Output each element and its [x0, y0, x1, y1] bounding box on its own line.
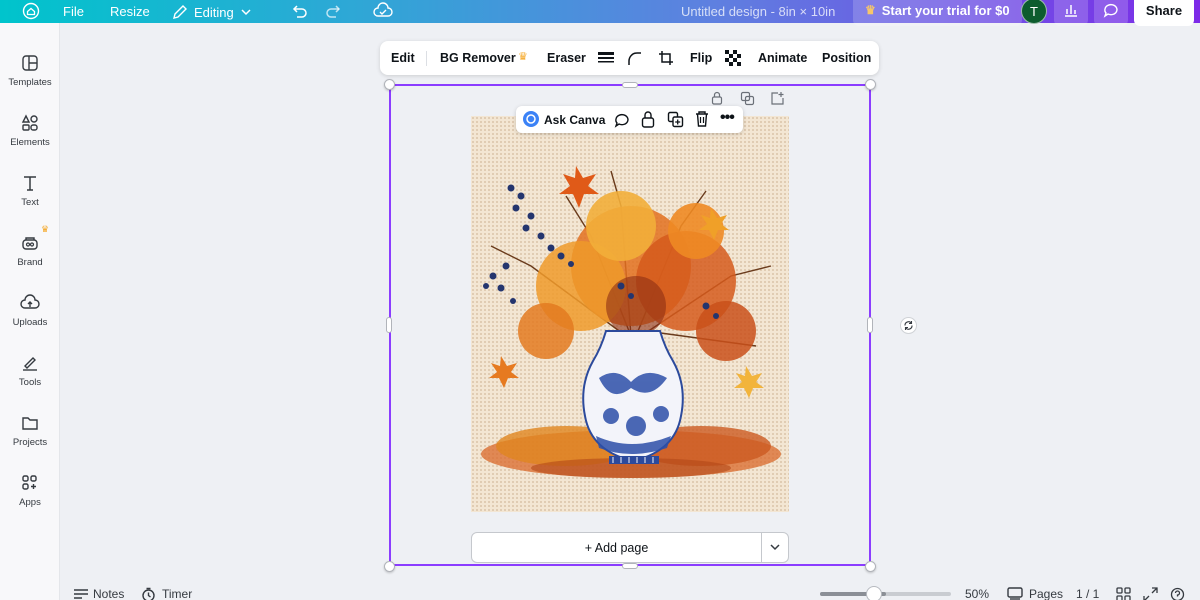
element-toolbar: Ask Canva ••• [516, 106, 743, 133]
crown-icon: ♛ [865, 3, 876, 17]
sidebar-label-projects: Projects [12, 437, 48, 448]
duplicate-page-icon[interactable] [740, 91, 755, 111]
chevron-down-icon [241, 9, 251, 16]
transparency-icon[interactable] [725, 50, 741, 69]
resize-handle-left[interactable] [386, 317, 392, 333]
sidebar-label-text: Text [21, 197, 39, 208]
sidebar-label-apps: Apps [19, 497, 41, 508]
document-title[interactable]: Untitled design - 8in × 10in [681, 4, 835, 19]
home-icon[interactable] [22, 2, 40, 20]
timer-button[interactable]: Timer [162, 587, 192, 600]
pencil-icon [173, 5, 187, 19]
flip-button[interactable]: Flip [690, 51, 712, 65]
add-page-icon[interactable] [770, 91, 785, 111]
rotate-icon[interactable] [900, 317, 917, 334]
text-icon [24, 176, 36, 191]
sidebar-item-brand[interactable]: ♛ Brand [0, 224, 60, 268]
ask-canva-button[interactable]: Ask Canva [544, 113, 605, 127]
sidebar-label-templates: Templates [8, 77, 52, 88]
editing-mode-label: Editing [194, 4, 234, 20]
resize-handle-right[interactable] [867, 317, 873, 333]
sidebar-item-apps[interactable]: Apps [0, 473, 60, 508]
page-count: 1 / 1 [1076, 587, 1100, 600]
comment-add-icon[interactable] [613, 111, 631, 131]
zoom-slider-track[interactable] [820, 592, 951, 596]
sidebar-item-tools[interactable]: Tools [0, 353, 60, 388]
tools-icon [23, 357, 37, 371]
canva-ai-icon [522, 110, 540, 131]
grid-view-icon[interactable] [1116, 587, 1131, 600]
comment-icon[interactable] [1094, 0, 1128, 26]
uploads-icon [20, 294, 40, 309]
notes-button[interactable]: Notes [93, 587, 124, 600]
timer-icon[interactable] [141, 587, 156, 600]
zoom-level[interactable]: 50% [965, 587, 989, 600]
resize-handle-top-right[interactable] [865, 79, 876, 90]
sidebar-item-templates[interactable]: Templates [0, 53, 60, 88]
fullscreen-icon[interactable] [1143, 587, 1158, 600]
start-trial-button[interactable]: ♛ Start your trial for $0 [853, 0, 1022, 26]
add-page-button[interactable]: + Add page [472, 541, 761, 555]
sidebar-label-brand: Brand [17, 257, 43, 268]
add-page-bar: + Add page [471, 532, 789, 563]
sidebar-item-projects[interactable]: Projects [0, 413, 60, 448]
help-icon[interactable] [1170, 587, 1185, 600]
sidebar-label-uploads: Uploads [12, 317, 48, 328]
resize-handle-top[interactable] [622, 82, 638, 88]
sidebar-item-uploads[interactable]: Uploads [0, 293, 60, 328]
elements-icon [21, 114, 38, 131]
undo-icon[interactable] [290, 2, 308, 23]
crown-icon: ♛ [41, 224, 50, 234]
templates-icon [22, 55, 38, 71]
design-page[interactable] [471, 116, 789, 512]
resize-handle-bottom-left[interactable] [384, 561, 395, 572]
delete-icon[interactable] [694, 110, 710, 131]
file-menu[interactable]: File [63, 4, 84, 19]
duplicate-icon[interactable] [667, 111, 684, 131]
zoom-slider-handle[interactable] [866, 586, 882, 600]
divider [426, 51, 427, 66]
resize-handle-top-left[interactable] [384, 79, 395, 90]
cloud-saved-icon[interactable] [373, 2, 393, 23]
edit-button[interactable]: Edit [391, 51, 415, 65]
resize-handle-bottom[interactable] [622, 563, 638, 569]
animate-button[interactable]: Animate [758, 51, 807, 65]
corner-rounding-icon[interactable] [627, 51, 643, 68]
image-edit-toolbar: Edit BG Remover ♛ Eraser Flip Animate Po… [380, 41, 879, 75]
eraser-button[interactable]: Eraser [547, 51, 586, 65]
resize-handle-bottom-right[interactable] [865, 561, 876, 572]
more-options-icon[interactable]: ••• [720, 109, 735, 127]
editing-mode-dropdown[interactable]: Editing [172, 4, 252, 20]
pages-icon[interactable] [1007, 587, 1023, 600]
projects-icon [22, 417, 38, 430]
crop-icon[interactable] [658, 50, 674, 69]
share-button[interactable]: Share [1134, 0, 1194, 26]
trial-label: Start your trial for $0 [881, 2, 1010, 18]
brand-icon [22, 237, 38, 250]
crown-icon: ♛ [518, 51, 528, 63]
chevron-down-icon[interactable] [769, 541, 781, 556]
sidebar-label-elements: Elements [10, 137, 50, 148]
avatar[interactable]: T [1021, 0, 1047, 24]
redo-icon[interactable] [325, 2, 343, 23]
insights-icon[interactable] [1054, 0, 1088, 26]
pages-button[interactable]: Pages [1029, 587, 1063, 600]
apps-icon [22, 475, 37, 490]
position-button[interactable]: Position [822, 51, 871, 65]
sidebar: Templates Elements Text ♛ Brand Uploads … [0, 23, 60, 600]
resize-button[interactable]: Resize [110, 4, 150, 19]
sidebar-item-text[interactable]: Text [0, 173, 60, 208]
sidebar-label-tools: Tools [18, 377, 42, 388]
lock-icon[interactable] [640, 110, 656, 131]
top-bar: File Resize Editing Untitled design - 8i… [0, 0, 1200, 26]
sidebar-item-elements[interactable]: Elements [0, 113, 60, 148]
divider [761, 533, 762, 562]
line-weight-icon[interactable] [598, 51, 614, 68]
notes-icon[interactable] [73, 587, 89, 600]
bg-remover-button[interactable]: BG Remover [440, 51, 516, 65]
autumn-vase-artwork [481, 166, 781, 478]
